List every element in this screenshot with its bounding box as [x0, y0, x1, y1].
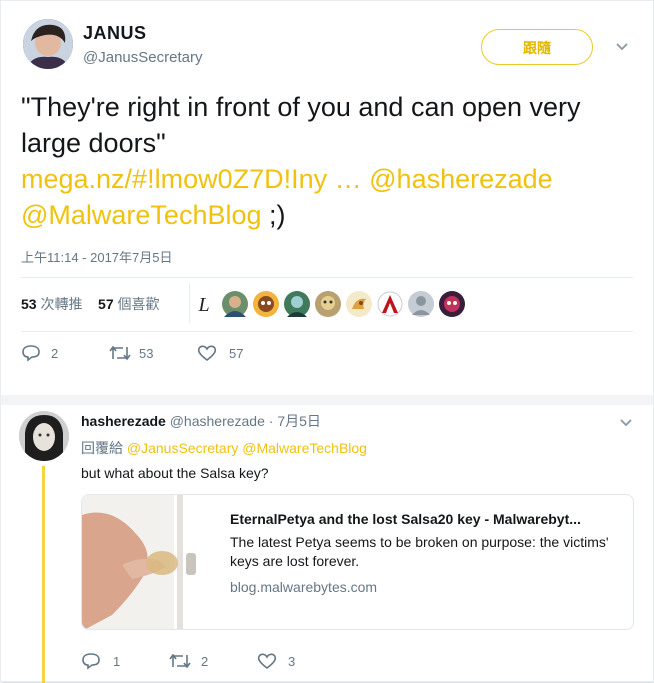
tweet-stats: 53 次轉推 57 個喜歡: [21, 294, 160, 314]
reply-to-line: 回覆給 @JanusSecretary @MalwareTechBlog: [81, 438, 367, 458]
retweets-label[interactable]: 次轉推: [40, 296, 82, 312]
retweet-count[interactable]: 53: [139, 346, 153, 361]
tweet-emoticon: ;): [269, 200, 286, 230]
liker-avatar[interactable]: L: [191, 291, 217, 317]
tweet-timestamp[interactable]: 上午11:14 - 2017年7月5日: [21, 247, 173, 266]
card-title[interactable]: EternalPetya and the lost Salsa20 key - …: [230, 511, 625, 527]
reply-author-name[interactable]: hasherezade: [81, 413, 166, 429]
likes-label[interactable]: 個喜歡: [118, 296, 160, 312]
reply-reply-count[interactable]: 1: [113, 654, 120, 669]
reply-like-count[interactable]: 3: [288, 654, 295, 669]
divider: [21, 277, 633, 278]
author-avatar[interactable]: [23, 19, 73, 69]
reply-author-avatar[interactable]: [19, 411, 69, 461]
liker-avatar[interactable]: [253, 291, 279, 317]
chevron-down-icon[interactable]: [615, 39, 629, 55]
reply-retweet-count[interactable]: 2: [201, 654, 208, 669]
section-divider: [1, 395, 653, 405]
chevron-down-icon[interactable]: [619, 415, 633, 431]
reply-prefix: 回覆給: [81, 440, 123, 456]
likes-count[interactable]: 57: [98, 296, 114, 312]
reply-count[interactable]: 2: [51, 346, 58, 361]
link-card[interactable]: EternalPetya and the lost Salsa20 key - …: [81, 494, 634, 630]
liker-avatar[interactable]: [439, 291, 465, 317]
stats-separator: [189, 283, 190, 323]
retweets-count[interactable]: 53: [21, 296, 37, 312]
liker-avatar[interactable]: [408, 291, 434, 317]
reply-icon[interactable]: [21, 344, 41, 362]
mention-hasherezade[interactable]: @hasherezade: [369, 164, 553, 194]
divider: [21, 331, 633, 332]
heart-icon[interactable]: [197, 344, 217, 362]
author-handle[interactable]: @JanusSecretary: [83, 49, 202, 66]
thread-line: [42, 466, 45, 683]
retweet-icon[interactable]: [169, 652, 191, 670]
tweet-link[interactable]: mega.nz/#!lmow0Z7D!Iny …: [21, 164, 362, 194]
like-count[interactable]: 57: [229, 346, 243, 361]
liker-avatar[interactable]: [346, 291, 372, 317]
tweet-frame: JANUS @JanusSecretary 跟隨 "They're right …: [0, 0, 654, 683]
card-description: The latest Petya seems to be broken on p…: [230, 534, 609, 569]
liker-avatar[interactable]: [284, 291, 310, 317]
mention-malwaretechblog[interactable]: @MalwareTechBlog: [21, 200, 262, 230]
reply-icon[interactable]: [81, 652, 101, 670]
card-domain: blog.malwarebytes.com: [230, 579, 378, 595]
reply-text: but what about the Salsa key?: [81, 465, 269, 481]
tweet-body: "They're right in front of you and can o…: [21, 92, 581, 158]
reply-author-handle[interactable]: @hasherezade: [170, 413, 265, 429]
svg-text:L: L: [197, 294, 209, 316]
liker-avatar[interactable]: [315, 291, 341, 317]
liker-avatar[interactable]: [377, 291, 403, 317]
retweet-icon[interactable]: [109, 344, 131, 362]
liker-avatar[interactable]: [222, 291, 248, 317]
reply-date[interactable]: · 7月5日: [269, 413, 321, 429]
reply-header: hasherezade @hasherezade · 7月5日: [81, 411, 321, 431]
card-thumbnail[interactable]: [82, 495, 217, 629]
reply-mentions[interactable]: @JanusSecretary @MalwareTechBlog: [127, 440, 367, 456]
author-name[interactable]: JANUS: [83, 23, 147, 44]
tweet-text: "They're right in front of you and can o…: [21, 89, 631, 233]
follow-button[interactable]: 跟隨: [481, 29, 593, 65]
heart-icon[interactable]: [257, 652, 277, 670]
